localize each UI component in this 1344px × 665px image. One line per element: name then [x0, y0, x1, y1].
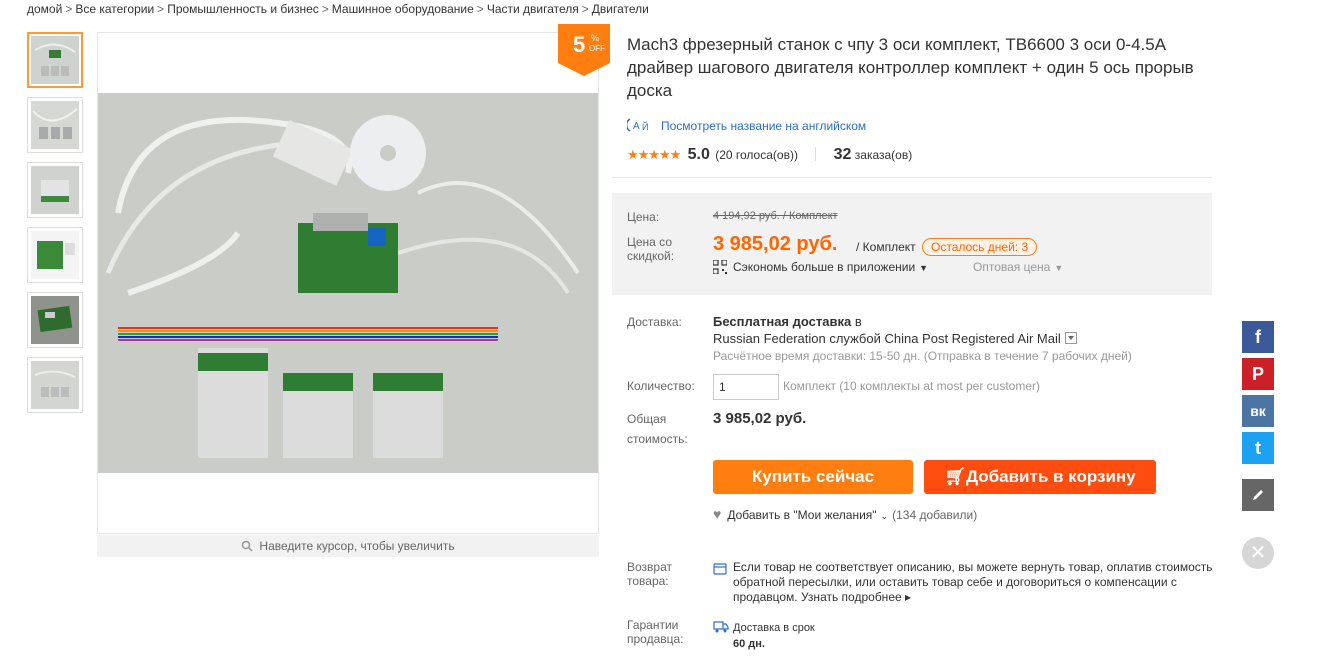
product-thumbnail-image: [31, 231, 79, 279]
product-thumbnail-image: [31, 36, 79, 84]
delivery-estimate: Расчётное время доставки: 15-50 дн. (Отп…: [713, 349, 1132, 363]
breadcrumb-industry[interactable]: Промышленность и бизнес: [167, 2, 319, 16]
rating-votes-link[interactable]: (20 голоса(ов)): [715, 148, 798, 162]
app-save-dropdown[interactable]: Сэкономь больше в приложении ▼: [713, 260, 928, 274]
guarantee-info: Доставка в срок 60 дн.: [733, 622, 815, 650]
price-label: Цена:: [627, 210, 660, 224]
edit-button[interactable]: [1242, 479, 1274, 511]
add-to-cart-button[interactable]: 🛒︎Добавить в корзину: [924, 460, 1156, 494]
heart-icon: ♥: [713, 506, 722, 522]
pinterest-icon[interactable]: P: [1242, 358, 1274, 390]
rating-score: 5.0: [687, 146, 710, 163]
price-unit: / Комплект: [856, 240, 916, 254]
free-shipping: Бесплатная доставка: [713, 314, 852, 329]
product-thumbnail-image: [31, 296, 79, 344]
close-icon[interactable]: ✕: [1242, 537, 1274, 569]
old-price: 4 194,92 руб. / Комплект: [713, 210, 838, 222]
thumbnail-list: [27, 32, 83, 422]
rating-row: ★★★★★ 5.0 (20 голоса(ов)) 32 заказа(ов): [627, 146, 912, 164]
vk-icon[interactable]: вк: [1242, 395, 1274, 427]
thumbnail-2[interactable]: [27, 97, 83, 153]
cart-icon: 🛒︎: [944, 467, 966, 486]
search-icon: [242, 540, 253, 552]
chevron-down-icon: ▼: [919, 263, 929, 273]
product-title: Mach3 фрезерный станок с чпу 3 оси компл…: [627, 35, 1194, 100]
breadcrumb-engine-parts[interactable]: Части двигателя: [487, 2, 579, 16]
social-share: f P вк t: [1242, 321, 1274, 469]
quantity-note: Комплект (10 комплекты at most per custo…: [783, 379, 1041, 393]
thumbnail-5[interactable]: [27, 292, 83, 348]
zoom-hint-bar: Наведите курсор, чтобы увеличить: [97, 535, 599, 557]
main-product-image-frame[interactable]: [97, 32, 599, 534]
breadcrumb-machinery[interactable]: Машинное оборудование: [332, 2, 474, 16]
product-thumbnail-image: [31, 361, 79, 409]
orders-label: заказа(ов): [854, 148, 913, 162]
breadcrumb: домой > Все категории > Промышленность и биз…: [27, 2, 649, 16]
breadcrumb-motors[interactable]: Двигатели: [592, 2, 649, 16]
product-thumbnail-image: [31, 166, 79, 214]
pencil-icon: [1253, 490, 1263, 500]
days-left-badge: Осталось дней: 3: [922, 238, 1038, 256]
divider: [612, 177, 1212, 178]
return-label: Возврат товара:: [627, 560, 672, 588]
discount-price-label-2: скидкой:: [627, 249, 675, 263]
chevron-down-icon: ⌄: [880, 511, 889, 521]
quantity-label: Количество:: [627, 379, 695, 393]
breadcrumb-all-categories[interactable]: Все категории: [75, 2, 154, 16]
thumbnail-6[interactable]: [27, 357, 83, 413]
wishlist-count: (134 добавили): [892, 508, 978, 522]
svg-text:Й: Й: [642, 121, 648, 132]
product-thumbnail-image: [31, 101, 79, 149]
facebook-icon[interactable]: f: [1242, 321, 1274, 353]
delivery-label: Доставка:: [627, 315, 682, 329]
twitter-icon[interactable]: t: [1242, 432, 1274, 464]
buy-now-button[interactable]: Купить сейчас: [713, 460, 913, 494]
thumbnail-4[interactable]: [27, 227, 83, 283]
return-icon: [713, 563, 727, 575]
translate-link[interactable]: A Й Посмотреть название на английском: [627, 117, 866, 133]
main-product-image: [98, 93, 598, 473]
price-box: Цена: 4 194,92 руб. / Комплект Цена со с…: [612, 193, 1212, 295]
breadcrumb-home[interactable]: домой: [27, 2, 62, 16]
qr-icon: [713, 260, 727, 274]
discount-price-label-1: Цена со: [627, 235, 672, 249]
discount-price: 3 985,02 руб.: [713, 233, 838, 255]
chevron-down-icon: ▼: [1054, 263, 1064, 273]
dropdown-icon[interactable]: [1064, 332, 1077, 344]
star-icon: ★★★★★: [627, 147, 681, 162]
guarantee-label: Гарантии продавца:: [627, 618, 684, 646]
delivery-info: Бесплатная доставка в Russian Federation…: [713, 314, 1132, 363]
thumbnail-3[interactable]: [27, 162, 83, 218]
total-price: 3 985,02 руб.: [713, 410, 807, 427]
add-to-wishlist[interactable]: ♥ Добавить в "Мои желания" ⌄ (134 добавили): [713, 506, 977, 522]
total-label-2: стоимость:: [627, 432, 688, 446]
svg-text:A: A: [633, 121, 640, 132]
divider: [815, 147, 817, 161]
shipping-method[interactable]: Russian Federation службой China Post Re…: [713, 331, 1061, 346]
quantity-input[interactable]: [713, 374, 779, 400]
return-policy: Если товар не соответствует описанию, вы…: [733, 560, 1213, 604]
wholesale-price-dropdown[interactable]: Оптовая цена ▼: [973, 260, 1063, 274]
learn-more-link[interactable]: Узнать подробнее ▸: [801, 590, 911, 604]
translate-icon: AЙ: [627, 118, 648, 132]
total-label-1: Общая: [627, 412, 667, 426]
truck-icon: [713, 621, 729, 633]
thumbnail-1[interactable]: [27, 32, 83, 88]
zoom-hint-text: Наведите курсор, чтобы увеличить: [259, 539, 455, 553]
orders-count: 32: [833, 146, 852, 163]
